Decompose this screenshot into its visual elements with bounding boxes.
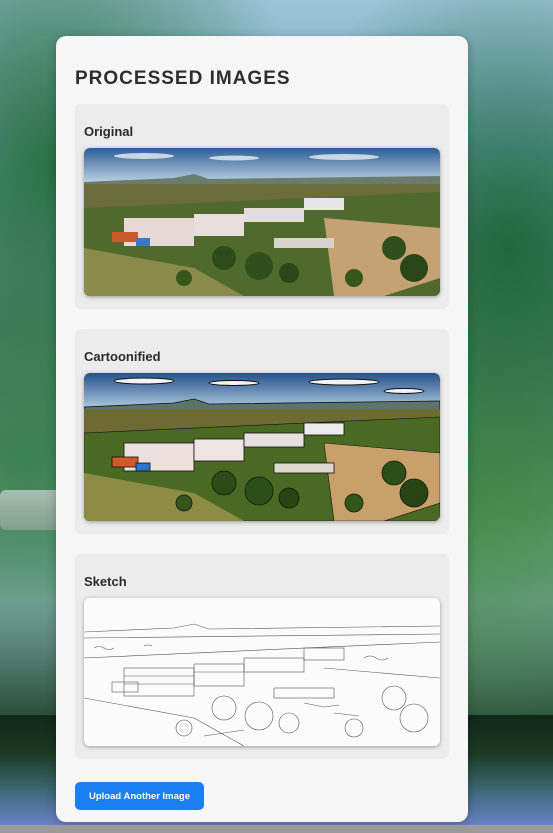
card-title-sketch: Sketch	[84, 574, 127, 589]
image-card-sketch: Sketch	[75, 554, 449, 759]
cartoonified-image-graphic	[84, 373, 440, 521]
sketch-image-graphic	[84, 598, 440, 746]
bottom-bar	[0, 825, 553, 833]
card-title-cartoonified: Cartoonified	[84, 349, 161, 364]
original-image	[84, 148, 440, 296]
original-image-graphic	[84, 148, 440, 296]
upload-another-image-button[interactable]: Upload Another Image	[75, 782, 204, 810]
page-title: PROCESSED IMAGES	[75, 68, 291, 89]
image-card-cartoonified: Cartoonified	[75, 329, 449, 534]
image-card-original: Original	[75, 104, 449, 309]
cartoonified-image	[84, 373, 440, 521]
sketch-image	[84, 598, 440, 746]
card-title-original: Original	[84, 124, 134, 139]
processed-images-panel: PROCESSED IMAGES Original Cartoonified S…	[56, 36, 468, 822]
